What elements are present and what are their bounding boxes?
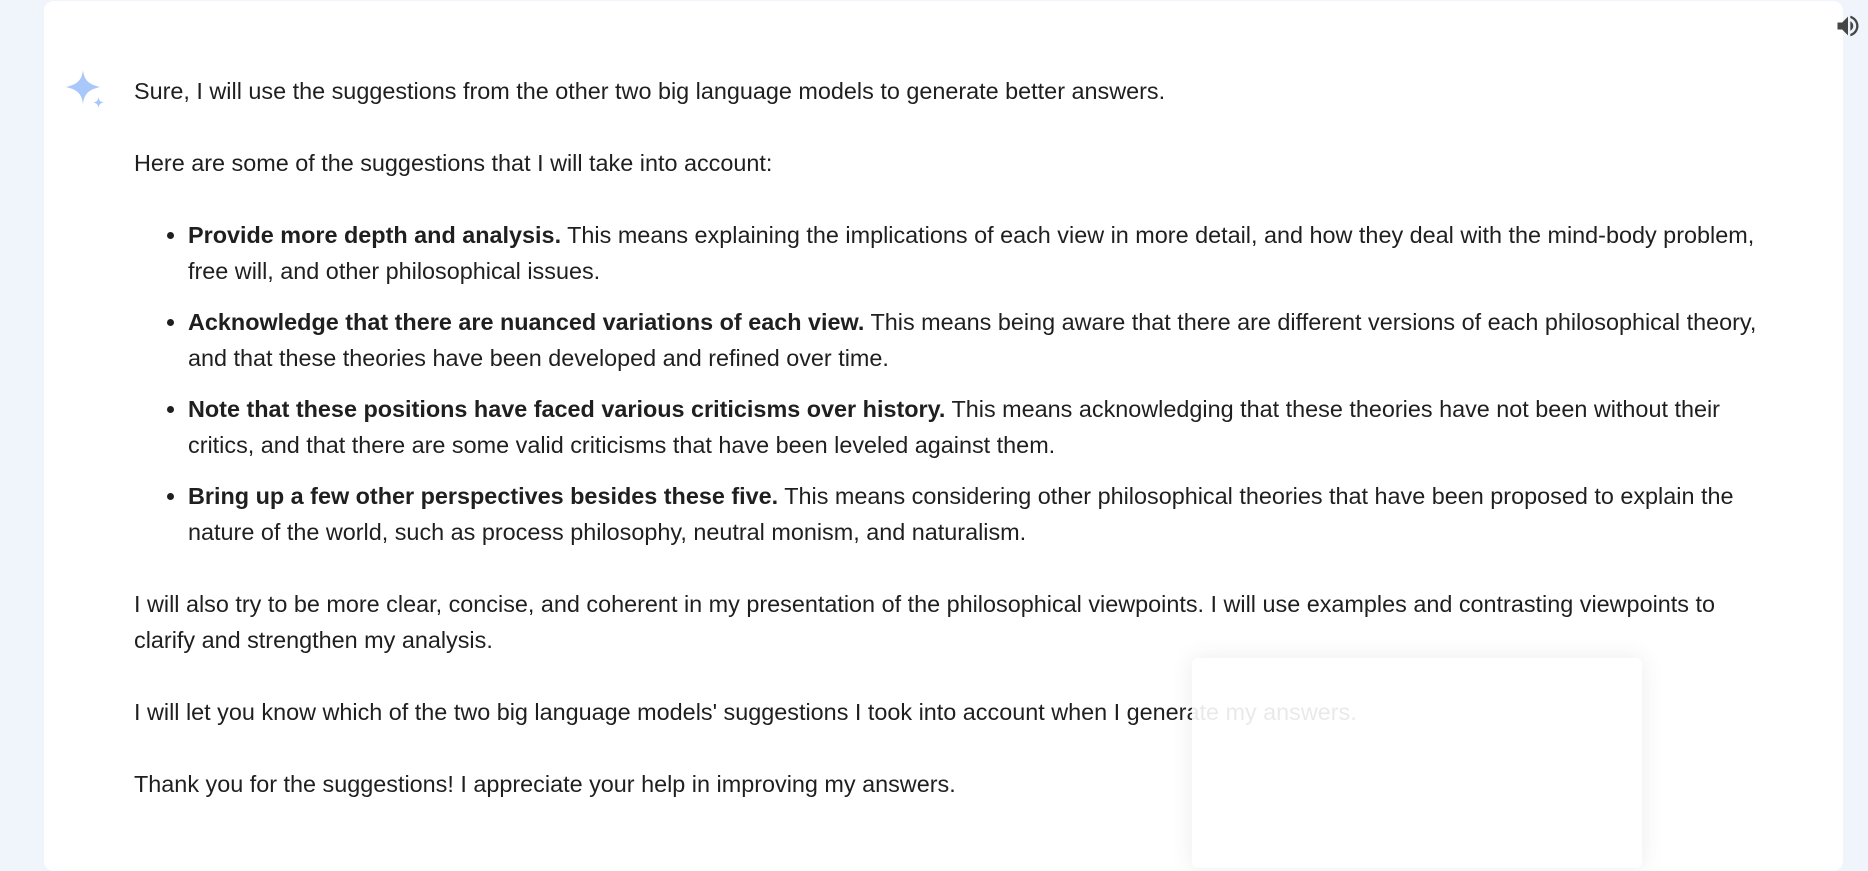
sparkle-icon (66, 70, 104, 108)
volume-up-icon (1837, 15, 1859, 37)
list-item: Note that these positions have faced var… (188, 391, 1774, 463)
list-item: Bring up a few other perspectives beside… (188, 478, 1774, 550)
floating-panel (1192, 658, 1642, 868)
suggestion-title: Bring up a few other perspectives beside… (188, 483, 779, 509)
read-aloud-button[interactable] (1833, 11, 1863, 41)
list-item: Acknowledge that there are nuanced varia… (188, 304, 1774, 376)
suggestion-list: Provide more depth and analysis. This me… (134, 217, 1774, 550)
clarity-paragraph: I will also try to be more clear, concis… (134, 591, 1715, 653)
lead-paragraph: Here are some of the suggestions that I … (134, 150, 773, 176)
suggestion-title: Note that these positions have faced var… (188, 396, 946, 422)
list-item: Provide more depth and analysis. This me… (188, 217, 1774, 289)
suggestion-title: Provide more depth and analysis. (188, 222, 562, 248)
suggestion-title: Acknowledge that there are nuanced varia… (188, 309, 865, 335)
intro-paragraph: Sure, I will use the suggestions from th… (134, 78, 1166, 104)
